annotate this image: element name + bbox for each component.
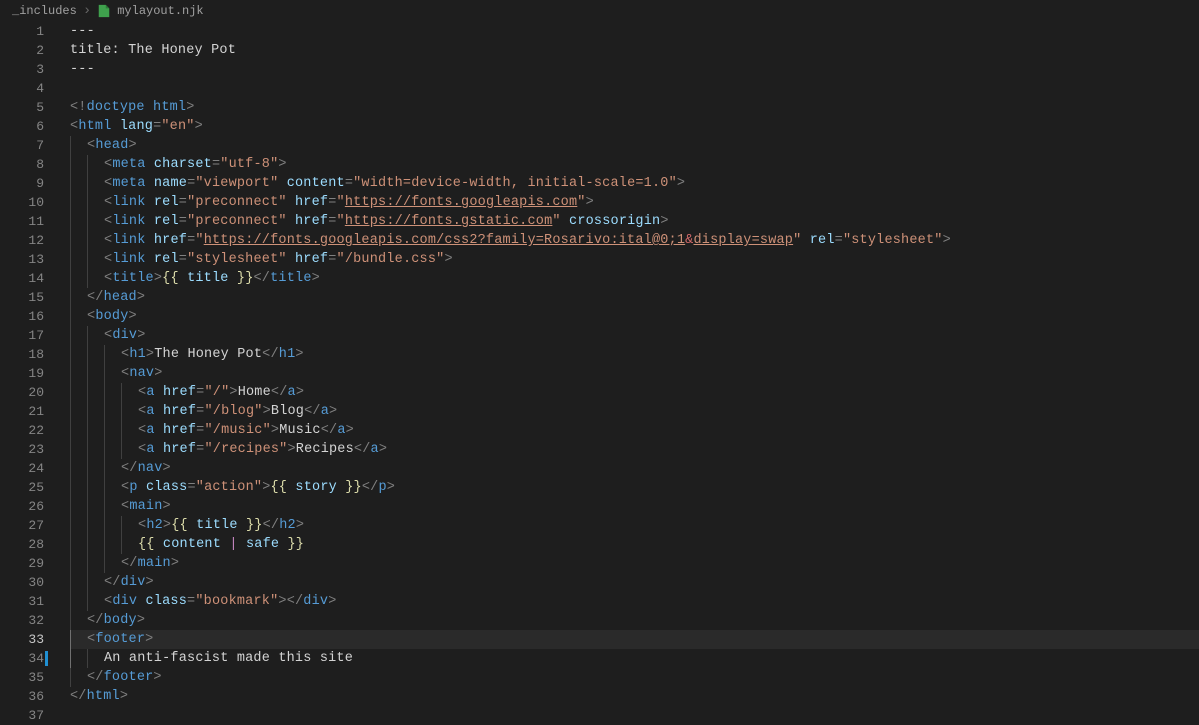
code-line[interactable]: <div> (70, 326, 1199, 345)
code-line[interactable]: <link rel="preconnect" href="https://fon… (70, 193, 1199, 212)
code-line[interactable]: --- (70, 60, 1199, 79)
line-number[interactable]: 17 (0, 326, 44, 345)
breadcrumb-folder[interactable]: _includes (12, 4, 77, 18)
code-line[interactable]: <h2>{{ title }}</h2> (70, 516, 1199, 535)
line-number[interactable]: 36 (0, 687, 44, 706)
code-line[interactable]: </nav> (70, 459, 1199, 478)
line-number[interactable]: 15 (0, 288, 44, 307)
line-number[interactable]: 32 (0, 611, 44, 630)
nunjucks-file-icon (97, 4, 111, 18)
line-number[interactable]: 23 (0, 440, 44, 459)
line-number[interactable]: 19 (0, 364, 44, 383)
line-number[interactable]: 37 (0, 706, 44, 725)
line-number[interactable]: 8 (0, 155, 44, 174)
code-line[interactable]: <html lang="en"> (70, 117, 1199, 136)
code-line[interactable]: <p class="action">{{ story }}</p> (70, 478, 1199, 497)
code-line[interactable]: <link rel="stylesheet" href="/bundle.css… (70, 250, 1199, 269)
code-line[interactable]: <body> (70, 307, 1199, 326)
line-number[interactable]: 14 (0, 269, 44, 288)
code-line[interactable]: <meta name="viewport" content="width=dev… (70, 174, 1199, 193)
breadcrumb-file[interactable]: mylayout.njk (117, 4, 203, 18)
line-number[interactable]: 6 (0, 117, 44, 136)
line-number[interactable]: 2 (0, 41, 44, 60)
code-line[interactable]: </body> (70, 611, 1199, 630)
line-number[interactable]: 21 (0, 402, 44, 421)
line-number[interactable]: 20 (0, 383, 44, 402)
code-line[interactable]: </main> (70, 554, 1199, 573)
line-number[interactable]: 33 (0, 630, 44, 649)
breadcrumb[interactable]: _includes › mylayout.njk (0, 0, 1199, 22)
code-line[interactable]: <!doctype html> (70, 98, 1199, 117)
code-line[interactable]: <title>{{ title }}</title> (70, 269, 1199, 288)
line-number[interactable]: 30 (0, 573, 44, 592)
code-line[interactable]: </html> (70, 687, 1199, 706)
line-number[interactable]: 10 (0, 193, 44, 212)
line-number[interactable]: 26 (0, 497, 44, 516)
line-number[interactable]: 22 (0, 421, 44, 440)
code-line[interactable]: </div> (70, 573, 1199, 592)
line-number[interactable]: 28 (0, 535, 44, 554)
code-line[interactable]: <head> (70, 136, 1199, 155)
line-number[interactable]: 3 (0, 60, 44, 79)
line-number[interactable]: 7 (0, 136, 44, 155)
line-number[interactable]: 13 (0, 250, 44, 269)
line-number[interactable]: 9 (0, 174, 44, 193)
code-line[interactable]: title: The Honey Pot (70, 41, 1199, 60)
line-number[interactable]: 11 (0, 212, 44, 231)
code-line[interactable]: </footer> (70, 668, 1199, 687)
code-line[interactable] (70, 79, 1199, 98)
code-line[interactable]: <meta charset="utf-8"> (70, 155, 1199, 174)
code-line[interactable]: <a href="/music">Music</a> (70, 421, 1199, 440)
code-line[interactable]: --- (70, 22, 1199, 41)
line-number[interactable]: 35 (0, 668, 44, 687)
code-line[interactable]: <nav> (70, 364, 1199, 383)
line-number[interactable]: 18 (0, 345, 44, 364)
code-content[interactable]: --- title: The Honey Pot --- <!doctype h… (52, 22, 1199, 715)
line-number[interactable]: 1 (0, 22, 44, 41)
line-number[interactable]: 4 (0, 79, 44, 98)
code-line[interactable]: <h1>The Honey Pot</h1> (70, 345, 1199, 364)
code-line[interactable]: <footer> (70, 630, 1199, 649)
code-line[interactable]: <a href="/blog">Blog</a> (70, 402, 1199, 421)
line-number[interactable]: 25 (0, 478, 44, 497)
chevron-right-icon: › (83, 3, 91, 19)
code-line[interactable]: <div class="bookmark"></div> (70, 592, 1199, 611)
code-line[interactable]: {{ content | safe }} (70, 535, 1199, 554)
code-line[interactable]: <link href="https://fonts.googleapis.com… (70, 231, 1199, 250)
code-line[interactable]: <main> (70, 497, 1199, 516)
code-line[interactable]: </head> (70, 288, 1199, 307)
line-number[interactable]: 5 (0, 98, 44, 117)
code-editor[interactable]: 1 2 3 4 5 6 7 8 9 10 11 12 13 14 15 16 1… (0, 22, 1199, 715)
line-number[interactable]: 16 (0, 307, 44, 326)
line-number[interactable]: 27 (0, 516, 44, 535)
code-line[interactable]: An anti-fascist made this site (70, 649, 1199, 668)
line-number-gutter[interactable]: 1 2 3 4 5 6 7 8 9 10 11 12 13 14 15 16 1… (0, 22, 52, 715)
line-number[interactable]: 34 (0, 649, 44, 668)
line-number[interactable]: 31 (0, 592, 44, 611)
code-line[interactable]: <link rel="preconnect" href="https://fon… (70, 212, 1199, 231)
code-line[interactable]: <a href="/">Home</a> (70, 383, 1199, 402)
line-number[interactable]: 12 (0, 231, 44, 250)
code-line[interactable]: <a href="/recipes">Recipes</a> (70, 440, 1199, 459)
line-number[interactable]: 24 (0, 459, 44, 478)
line-number[interactable]: 29 (0, 554, 44, 573)
code-line[interactable] (70, 706, 1199, 725)
